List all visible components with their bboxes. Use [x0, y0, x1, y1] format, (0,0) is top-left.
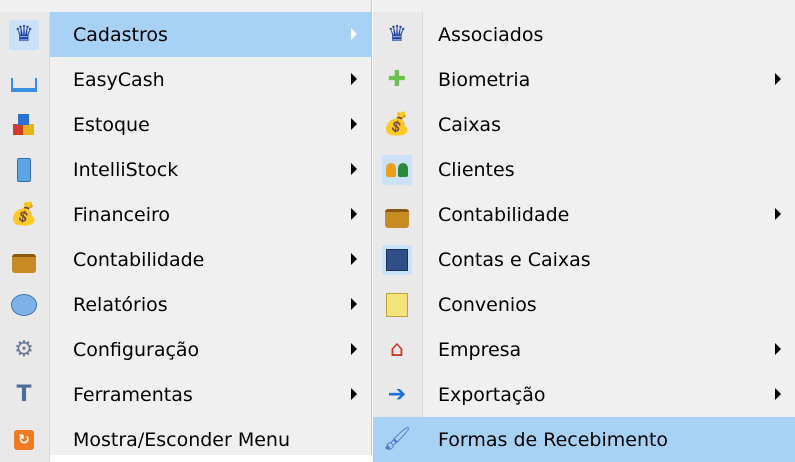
submenu-arrow-icon — [351, 253, 357, 265]
menu-item-cadastros[interactable]: ♛ Cadastros — [0, 12, 371, 57]
note-icon — [384, 292, 410, 318]
submenu-arrow-icon — [351, 118, 357, 130]
menu-item-label: Caixas — [438, 113, 501, 136]
menu-item-label: Cadastros — [73, 23, 168, 46]
menu-item-label: Contabilidade — [438, 203, 570, 226]
menu-item-mostra-esconder[interactable]: ↻ Mostra/Esconder Menu — [0, 417, 371, 462]
menu-item-ferramentas[interactable]: T Ferramentas — [0, 372, 371, 417]
submenu-arrow-icon — [775, 208, 781, 220]
submenu-arrow-icon — [351, 163, 357, 175]
briefcase-icon — [11, 247, 37, 273]
cash-register-icon — [11, 67, 37, 93]
menu-item-contabilidade[interactable]: Contabilidade — [0, 237, 371, 282]
submenu-item-contas-caixas[interactable]: Contas e Caixas — [373, 237, 795, 282]
menu-item-financeiro[interactable]: 💰 Financeiro — [0, 192, 371, 237]
submenu-item-caixas[interactable]: 💰 Caixas — [373, 102, 795, 147]
settings-gear-icon: ⚙ — [14, 337, 34, 362]
money-bag-icon: 💰 — [10, 202, 38, 227]
menu-item-intellistock[interactable]: IntelliStock — [0, 147, 371, 192]
menu-item-label: Configuração — [73, 338, 200, 361]
menu-item-label: Clientes — [438, 158, 515, 181]
pie-chart-icon — [11, 292, 37, 318]
submenu-item-clientes[interactable]: Clientes — [373, 147, 795, 192]
menu-item-label: Contas e Caixas — [438, 248, 591, 271]
menu-item-label: Formas de Recebimento — [438, 428, 669, 451]
menu-item-relatorios[interactable]: Relatórios — [0, 282, 371, 327]
submenu-item-exportacao[interactable]: ➔ Exportação — [373, 372, 795, 417]
menu-item-label: Contabilidade — [73, 248, 205, 271]
submenu-arrow-icon — [351, 28, 357, 40]
money-bag-icon: 💰 — [383, 112, 411, 137]
submenu-arrow-icon — [351, 73, 357, 85]
submenu-item-convenios[interactable]: Convenios — [373, 282, 795, 327]
submenu-arrow-icon — [775, 73, 781, 85]
menu-item-label: Estoque — [73, 113, 150, 136]
people-icon — [384, 157, 410, 183]
submenu-arrow-icon — [351, 298, 357, 310]
menu-item-label: Empresa — [438, 338, 522, 361]
submenu-arrow-icon — [775, 388, 781, 400]
boxes-icon — [11, 112, 37, 138]
hammer-icon: T — [16, 382, 32, 407]
menu-item-label: Relatórios — [73, 293, 168, 316]
puzzle-icon: ✚ — [387, 67, 407, 92]
arrow-right-icon: ➔ — [387, 382, 407, 407]
menu-item-estoque[interactable]: Estoque — [0, 102, 371, 147]
submenu-item-contabilidade[interactable]: Contabilidade — [373, 192, 795, 237]
menu-item-easycash[interactable]: EasyCash — [0, 57, 371, 102]
menu-item-label: EasyCash — [73, 68, 165, 91]
cadastros-submenu: ♛ Associados ✚ Biometria 💰 Caixas Client… — [372, 0, 795, 462]
brush-icon: 🖌 — [383, 427, 411, 452]
house-icon: ⌂ — [390, 337, 404, 362]
submenu-item-associados[interactable]: ♛ Associados — [373, 12, 795, 57]
menu-item-label: Convenios — [438, 293, 537, 316]
submenu-arrow-icon — [351, 343, 357, 355]
user-star-icon: ♛ — [14, 22, 34, 47]
submenu-arrow-icon — [351, 388, 357, 400]
menu-item-label: Ferramentas — [73, 383, 193, 406]
submenu-item-biometria[interactable]: ✚ Biometria — [373, 57, 795, 102]
briefcase-icon — [384, 202, 410, 228]
toggle-menu-icon: ↻ — [11, 427, 37, 453]
menu-item-label: Financeiro — [73, 203, 170, 226]
menu-item-label: Biometria — [438, 68, 531, 91]
submenu-arrow-icon — [351, 208, 357, 220]
submenu-item-empresa[interactable]: ⌂ Empresa — [373, 327, 795, 372]
menu-item-label: Associados — [438, 23, 544, 46]
user-star-icon: ♛ — [387, 22, 407, 47]
phone-device-icon — [11, 157, 37, 183]
main-menu: ♛ Cadastros EasyCash Estoque IntelliStoc… — [0, 0, 372, 462]
menu-item-label: Exportação — [438, 383, 546, 406]
menu-item-label: Mostra/Esconder Menu — [73, 428, 291, 451]
menu-item-configuracao[interactable]: ⚙ Configuração — [0, 327, 371, 372]
menu-item-label: IntelliStock — [73, 158, 179, 181]
submenu-arrow-icon — [775, 343, 781, 355]
ledger-icon — [384, 247, 410, 273]
submenu-item-formas-recebimento[interactable]: 🖌 Formas de Recebimento — [373, 417, 795, 462]
